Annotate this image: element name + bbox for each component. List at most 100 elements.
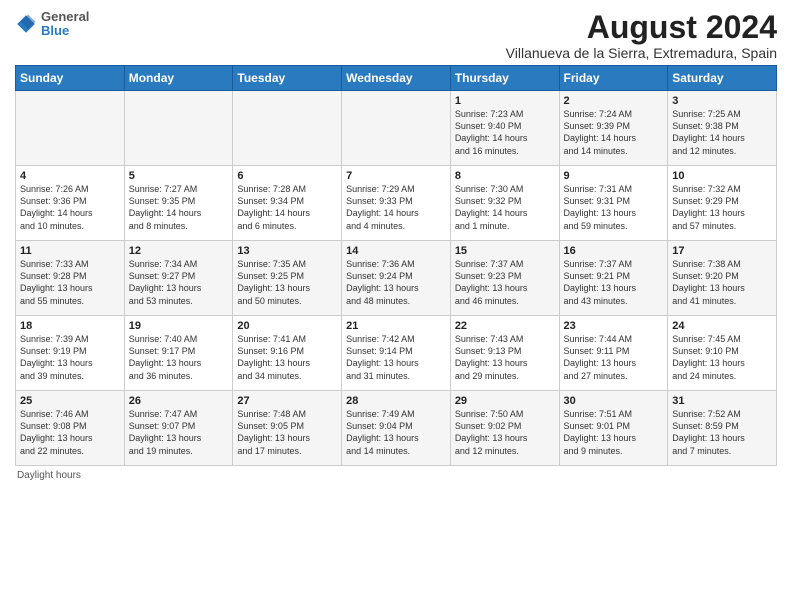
calendar-cell: 19Sunrise: 7:40 AM Sunset: 9:17 PM Dayli… [124,316,233,391]
day-info: Sunrise: 7:25 AM Sunset: 9:38 PM Dayligh… [672,108,772,157]
logo-line1: General [41,10,89,24]
calendar-cell: 9Sunrise: 7:31 AM Sunset: 9:31 PM Daylig… [559,166,668,241]
header-day: Wednesday [342,66,451,91]
day-info: Sunrise: 7:50 AM Sunset: 9:02 PM Dayligh… [455,408,555,457]
day-number: 5 [129,170,229,182]
header-row: SundayMondayTuesdayWednesdayThursdayFrid… [16,66,777,91]
day-info: Sunrise: 7:31 AM Sunset: 9:31 PM Dayligh… [564,183,664,232]
calendar-table: SundayMondayTuesdayWednesdayThursdayFrid… [15,65,777,466]
day-info: Sunrise: 7:52 AM Sunset: 8:59 PM Dayligh… [672,408,772,457]
day-info: Sunrise: 7:35 AM Sunset: 9:25 PM Dayligh… [237,258,337,307]
calendar-cell: 23Sunrise: 7:44 AM Sunset: 9:11 PM Dayli… [559,316,668,391]
day-info: Sunrise: 7:46 AM Sunset: 9:08 PM Dayligh… [20,408,120,457]
calendar-cell: 21Sunrise: 7:42 AM Sunset: 9:14 PM Dayli… [342,316,451,391]
day-info: Sunrise: 7:33 AM Sunset: 9:28 PM Dayligh… [20,258,120,307]
day-number: 31 [672,395,772,407]
day-info: Sunrise: 7:45 AM Sunset: 9:10 PM Dayligh… [672,333,772,382]
calendar-cell: 22Sunrise: 7:43 AM Sunset: 9:13 PM Dayli… [450,316,559,391]
header-day: Tuesday [233,66,342,91]
calendar-cell [16,91,125,166]
header-day: Sunday [16,66,125,91]
logo: General Blue [15,10,89,39]
day-info: Sunrise: 7:23 AM Sunset: 9:40 PM Dayligh… [455,108,555,157]
day-number: 7 [346,170,446,182]
day-info: Sunrise: 7:44 AM Sunset: 9:11 PM Dayligh… [564,333,664,382]
logo-icon [15,13,37,35]
day-info: Sunrise: 7:43 AM Sunset: 9:13 PM Dayligh… [455,333,555,382]
day-number: 10 [672,170,772,182]
day-info: Sunrise: 7:36 AM Sunset: 9:24 PM Dayligh… [346,258,446,307]
day-number: 23 [564,320,664,332]
day-number: 13 [237,245,337,257]
day-info: Sunrise: 7:39 AM Sunset: 9:19 PM Dayligh… [20,333,120,382]
day-info: Sunrise: 7:24 AM Sunset: 9:39 PM Dayligh… [564,108,664,157]
calendar-cell: 5Sunrise: 7:27 AM Sunset: 9:35 PM Daylig… [124,166,233,241]
day-number: 27 [237,395,337,407]
calendar-cell: 11Sunrise: 7:33 AM Sunset: 9:28 PM Dayli… [16,241,125,316]
calendar-cell [342,91,451,166]
day-info: Sunrise: 7:40 AM Sunset: 9:17 PM Dayligh… [129,333,229,382]
daylight-label: Daylight hours [17,470,81,481]
day-number: 14 [346,245,446,257]
day-number: 8 [455,170,555,182]
calendar-cell: 25Sunrise: 7:46 AM Sunset: 9:08 PM Dayli… [16,391,125,466]
logo-line2: Blue [41,24,89,38]
calendar-week: 1Sunrise: 7:23 AM Sunset: 9:40 PM Daylig… [16,91,777,166]
page: General Blue August 2024 Villanueva de l… [0,0,792,612]
day-number: 3 [672,95,772,107]
calendar-cell: 15Sunrise: 7:37 AM Sunset: 9:23 PM Dayli… [450,241,559,316]
day-info: Sunrise: 7:41 AM Sunset: 9:16 PM Dayligh… [237,333,337,382]
day-info: Sunrise: 7:28 AM Sunset: 9:34 PM Dayligh… [237,183,337,232]
calendar-cell: 12Sunrise: 7:34 AM Sunset: 9:27 PM Dayli… [124,241,233,316]
calendar-cell [233,91,342,166]
day-number: 1 [455,95,555,107]
day-number: 22 [455,320,555,332]
day-info: Sunrise: 7:42 AM Sunset: 9:14 PM Dayligh… [346,333,446,382]
calendar-cell: 6Sunrise: 7:28 AM Sunset: 9:34 PM Daylig… [233,166,342,241]
calendar-cell: 1Sunrise: 7:23 AM Sunset: 9:40 PM Daylig… [450,91,559,166]
page-title: August 2024 [506,10,777,45]
calendar-cell: 8Sunrise: 7:30 AM Sunset: 9:32 PM Daylig… [450,166,559,241]
header-day: Thursday [450,66,559,91]
header-day: Monday [124,66,233,91]
calendar-cell: 29Sunrise: 7:50 AM Sunset: 9:02 PM Dayli… [450,391,559,466]
calendar-body: 1Sunrise: 7:23 AM Sunset: 9:40 PM Daylig… [16,91,777,466]
day-number: 30 [564,395,664,407]
day-number: 21 [346,320,446,332]
day-number: 17 [672,245,772,257]
calendar-cell: 20Sunrise: 7:41 AM Sunset: 9:16 PM Dayli… [233,316,342,391]
calendar-cell: 18Sunrise: 7:39 AM Sunset: 9:19 PM Dayli… [16,316,125,391]
day-number: 2 [564,95,664,107]
day-number: 29 [455,395,555,407]
day-info: Sunrise: 7:51 AM Sunset: 9:01 PM Dayligh… [564,408,664,457]
day-number: 12 [129,245,229,257]
day-number: 11 [20,245,120,257]
day-info: Sunrise: 7:30 AM Sunset: 9:32 PM Dayligh… [455,183,555,232]
calendar-cell: 31Sunrise: 7:52 AM Sunset: 8:59 PM Dayli… [668,391,777,466]
day-number: 6 [237,170,337,182]
day-number: 25 [20,395,120,407]
calendar-cell: 14Sunrise: 7:36 AM Sunset: 9:24 PM Dayli… [342,241,451,316]
calendar-cell: 4Sunrise: 7:26 AM Sunset: 9:36 PM Daylig… [16,166,125,241]
day-number: 19 [129,320,229,332]
day-number: 20 [237,320,337,332]
calendar-week: 11Sunrise: 7:33 AM Sunset: 9:28 PM Dayli… [16,241,777,316]
calendar-cell: 2Sunrise: 7:24 AM Sunset: 9:39 PM Daylig… [559,91,668,166]
calendar-week: 25Sunrise: 7:46 AM Sunset: 9:08 PM Dayli… [16,391,777,466]
calendar-cell: 13Sunrise: 7:35 AM Sunset: 9:25 PM Dayli… [233,241,342,316]
footer-note: Daylight hours [15,470,777,481]
header-day: Saturday [668,66,777,91]
calendar-cell: 10Sunrise: 7:32 AM Sunset: 9:29 PM Dayli… [668,166,777,241]
day-info: Sunrise: 7:47 AM Sunset: 9:07 PM Dayligh… [129,408,229,457]
calendar-header: SundayMondayTuesdayWednesdayThursdayFrid… [16,66,777,91]
day-number: 28 [346,395,446,407]
calendar-cell: 17Sunrise: 7:38 AM Sunset: 9:20 PM Dayli… [668,241,777,316]
day-number: 4 [20,170,120,182]
calendar-cell: 24Sunrise: 7:45 AM Sunset: 9:10 PM Dayli… [668,316,777,391]
day-info: Sunrise: 7:26 AM Sunset: 9:36 PM Dayligh… [20,183,120,232]
day-info: Sunrise: 7:37 AM Sunset: 9:23 PM Dayligh… [455,258,555,307]
day-info: Sunrise: 7:34 AM Sunset: 9:27 PM Dayligh… [129,258,229,307]
day-info: Sunrise: 7:48 AM Sunset: 9:05 PM Dayligh… [237,408,337,457]
calendar-cell: 27Sunrise: 7:48 AM Sunset: 9:05 PM Dayli… [233,391,342,466]
logo-text: General Blue [41,10,89,39]
